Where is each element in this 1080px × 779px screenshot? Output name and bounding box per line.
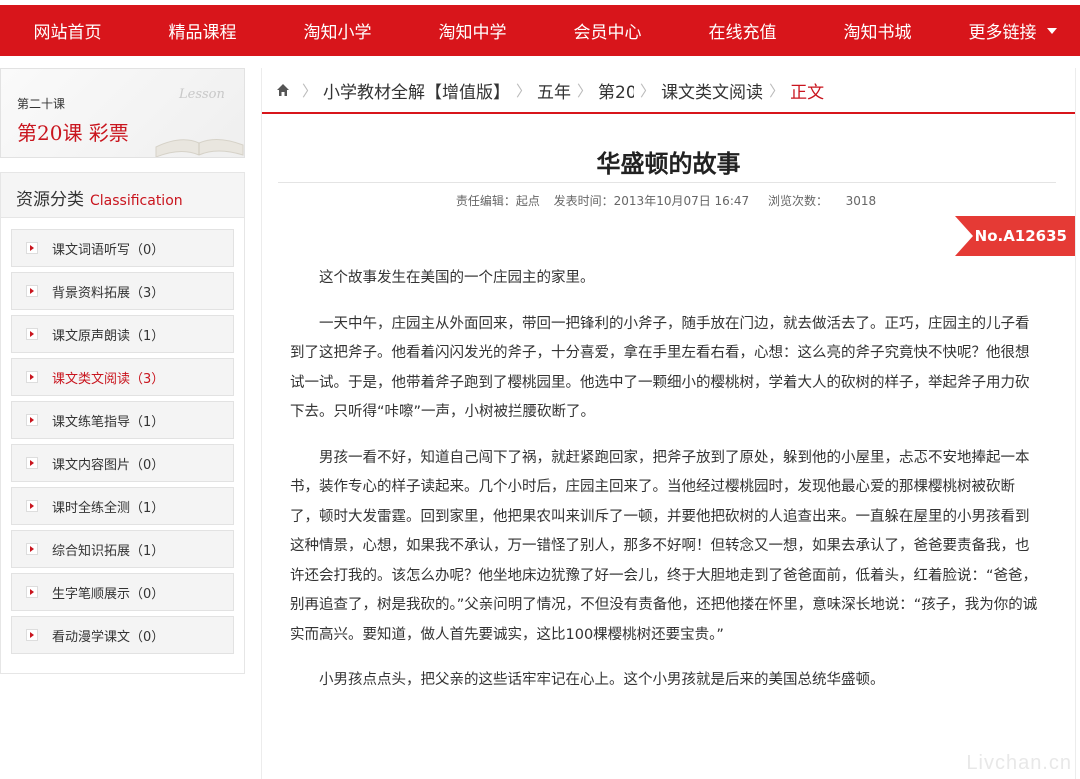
open-book-icon: [155, 139, 244, 157]
resource-item[interactable]: 背景资料拓展（3）: [11, 272, 234, 310]
resource-item-label: 背景资料拓展（3）: [52, 285, 165, 301]
breadcrumb-item[interactable]: 课文类文阅读: [661, 78, 763, 103]
nav-middle[interactable]: 淘知中学: [405, 5, 540, 56]
resource-item[interactable]: 综合知识拓展（1）: [11, 530, 234, 568]
resource-panel-title-en: Classification: [90, 193, 183, 209]
breadcrumb-current: 正文: [790, 82, 825, 103]
arrow-right-icon: [26, 543, 38, 555]
main-content: 〉 小学教材全解【增值版】 〉 五年级 〉 第20课 〉 课文类文阅读 〉 正文…: [261, 68, 1076, 779]
nav-bookstore-label: 淘知书城: [843, 23, 912, 43]
breadcrumb-separator: 〉: [640, 81, 656, 100]
article-number-badge: No.A12635: [955, 216, 1075, 256]
article-title: 华盛顿的故事: [596, 150, 741, 178]
article-views: 浏览次数： 3018: [763, 194, 881, 208]
resource-item[interactable]: 课文内容图片（0）: [11, 444, 234, 482]
caret-down-icon: [1046, 27, 1057, 34]
resource-panel-title: 资源分类: [16, 190, 84, 210]
breadcrumb-separator: 〉: [302, 81, 318, 100]
article-number: No.A12635: [974, 227, 1067, 245]
nav-member[interactable]: 会员中心: [540, 5, 675, 56]
article-paragraph: 一天中午，庄园主从外面回来，带回一把锋利的小斧子，随手放在门边，就去做活去了。正…: [290, 315, 1030, 421]
article-published: 发表时间：2013年10月07日 16:47: [553, 194, 750, 208]
nav-courses-label: 精品课程: [168, 23, 237, 43]
arrow-right-icon: [26, 629, 38, 641]
nav-recharge-label: 在线充值: [708, 23, 777, 43]
article-meta: 责任编辑：起点 发表时间：2013年10月07日 16:47 浏览次数： 301…: [262, 192, 1075, 209]
site-watermark: Livchan.cn: [966, 752, 1072, 774]
resource-item[interactable]: 课时全练全测（1）: [11, 487, 234, 525]
resource-item-label: 课文内容图片（0）: [52, 457, 165, 473]
article-paragraph: 小男孩点点头，把父亲的这些话牢牢记在心上。这个小男孩就是后来的美国总统华盛顿。: [319, 672, 885, 688]
resource-item-label: 看动漫学课文（0）: [52, 629, 165, 645]
article-views-count: 3018: [845, 194, 877, 208]
article-paragraph: 男孩一看不好，知道自己闯下了祸，就赶紧跑回家，把斧子放到了原处，躲到他的小屋里，…: [290, 449, 1038, 643]
article-editor: 责任编辑：起点: [455, 194, 540, 208]
resource-item[interactable]: 课文原声朗读（1）: [11, 315, 234, 353]
article-views-label: 浏览次数：: [767, 194, 828, 208]
lesson-watermark: Lesson: [179, 87, 225, 102]
resource-item-label: 综合知识拓展（1）: [52, 543, 165, 559]
breadcrumb-separator: 〉: [769, 81, 785, 100]
nav-home-label: 网站首页: [33, 23, 102, 43]
resource-item[interactable]: 看动漫学课文（0）: [11, 616, 234, 654]
home-icon[interactable]: [276, 83, 290, 97]
resource-item[interactable]: 课文词语听写（0）: [11, 229, 234, 267]
nav-bookstore[interactable]: 淘知书城: [810, 5, 945, 56]
resource-panel-header: 资源分类 Classification: [1, 173, 244, 218]
arrow-right-icon: [26, 586, 38, 598]
breadcrumb-separator: 〉: [577, 81, 593, 100]
resource-item-label: 课文原声朗读（1）: [52, 328, 165, 344]
arrow-right-icon: [26, 414, 38, 426]
lesson-title: 第20课 彩票: [17, 121, 129, 145]
nav-primary-label: 淘知小学: [303, 23, 372, 43]
resource-list: 课文词语听写（0） 背景资料拓展（3） 课文原声朗读（1） 课文类文阅读（3） …: [11, 229, 234, 659]
resource-item-label: 课文词语听写（0）: [52, 242, 165, 258]
nav-recharge[interactable]: 在线充值: [675, 5, 810, 56]
nav-more[interactable]: 更多链接: [945, 5, 1080, 56]
arrow-right-icon: [26, 328, 38, 340]
article-paragraph: 这个故事发生在美国的一个庄园主的家里。: [319, 270, 595, 286]
resource-panel: 资源分类 Classification 课文词语听写（0） 背景资料拓展（3） 课…: [0, 172, 245, 674]
lesson-subtitle: 第二十课: [17, 97, 66, 111]
arrow-right-icon: [26, 371, 38, 383]
title-divider: [278, 182, 1056, 183]
nav-middle-label: 淘知中学: [438, 23, 507, 43]
arrow-right-icon: [26, 457, 38, 469]
resource-item-active[interactable]: 课文类文阅读（3）: [11, 358, 234, 396]
lesson-card: Lesson 第二十课 第20课 彩票: [0, 68, 245, 158]
breadcrumb-item[interactable]: 小学教材全解【增值版】: [323, 78, 510, 103]
nav-member-label: 会员中心: [573, 23, 642, 43]
arrow-right-icon: [26, 242, 38, 254]
breadcrumb: 〉 小学教材全解【增值版】 〉 五年级 〉 第20课 〉 课文类文阅读 〉 正文: [262, 68, 1075, 114]
resource-item[interactable]: 课文练笔指导（1）: [11, 401, 234, 439]
nav-courses[interactable]: 精品课程: [135, 5, 270, 56]
top-nav: 网站首页 精品课程 淘知小学 淘知中学 会员中心 在线充值 淘知书城 更多链接: [0, 5, 1080, 56]
nav-primary[interactable]: 淘知小学: [270, 5, 405, 56]
breadcrumb-item[interactable]: 五年级: [537, 78, 571, 103]
resource-item-label: 课文练笔指导（1）: [52, 414, 165, 430]
article-body: 这个故事发生在美国的一个庄园主的家里。 一天中午，庄园主从外面回来，带回一把锋利…: [290, 264, 1042, 712]
nav-home[interactable]: 网站首页: [0, 5, 135, 56]
resource-item-label: 课时全练全测（1）: [52, 500, 165, 516]
resource-item[interactable]: 生字笔顺展示（0）: [11, 573, 234, 611]
arrow-right-icon: [26, 285, 38, 297]
arrow-right-icon: [26, 500, 38, 512]
breadcrumb-separator: 〉: [516, 81, 532, 100]
resource-item-label: 课文类文阅读（3）: [52, 371, 165, 387]
resource-item-label: 生字笔顺展示（0）: [52, 586, 165, 602]
breadcrumb-item[interactable]: 第20课: [598, 78, 634, 103]
nav-more-label: 更多链接: [968, 23, 1037, 43]
